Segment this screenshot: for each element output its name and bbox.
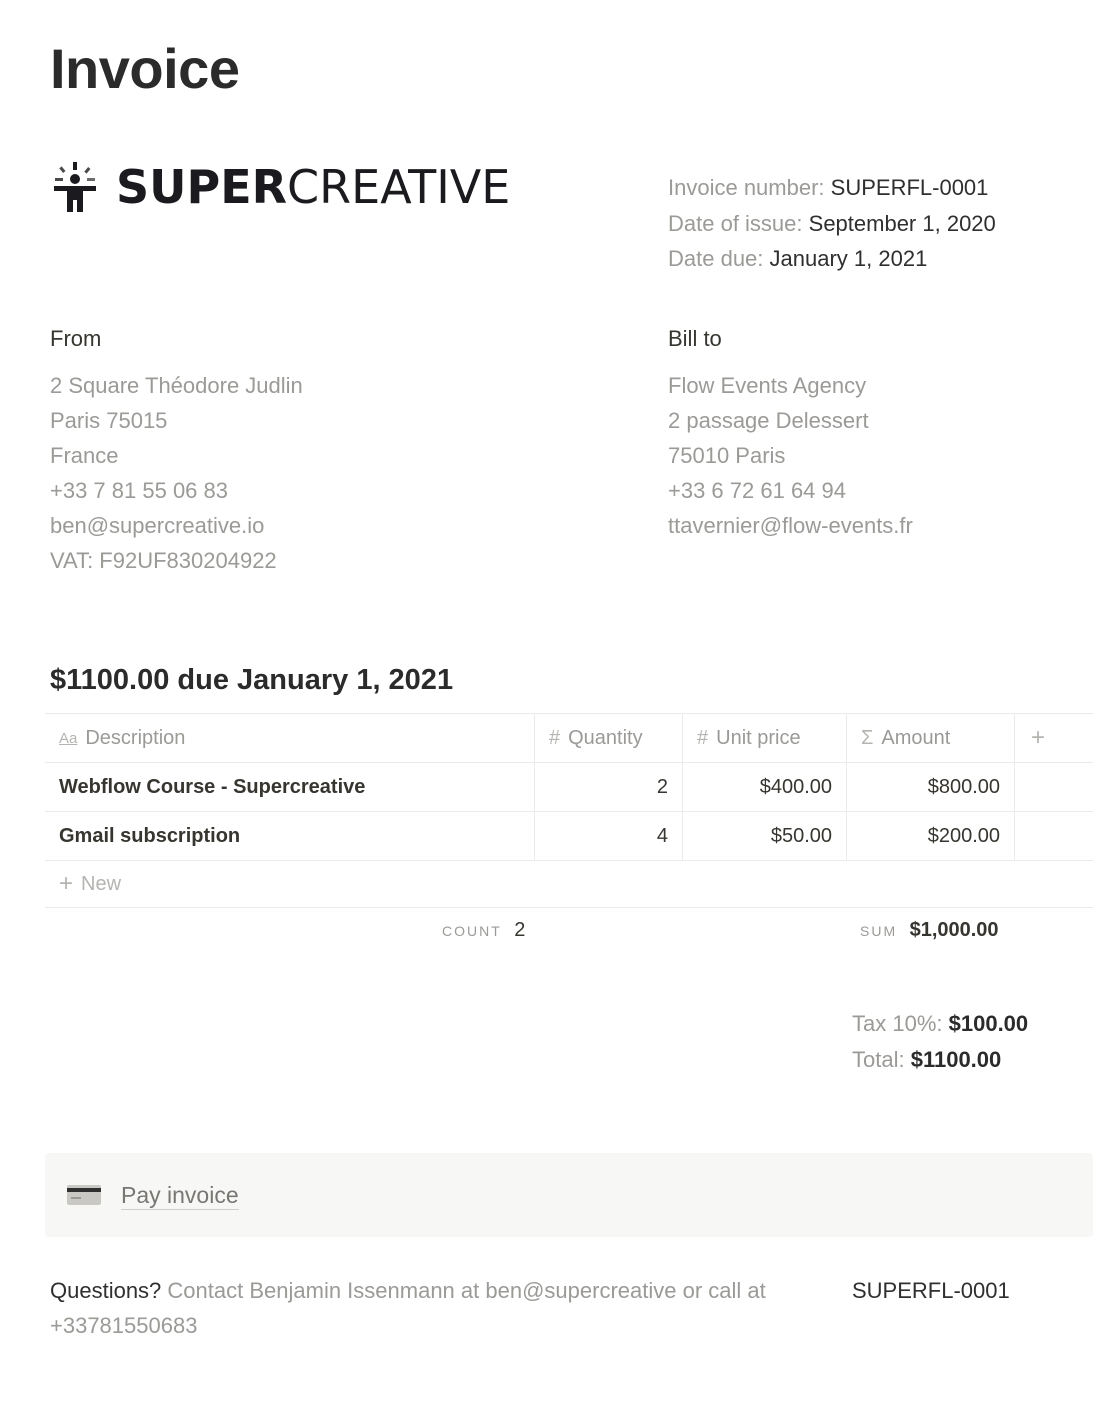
invoice-meta: Invoice number: SUPERFL-0001 Date of iss… <box>668 170 996 277</box>
total-line: Total: $1100.00 <box>852 1042 1028 1078</box>
brand-name: SUPERCREATIVE <box>116 164 510 210</box>
tax-line: Tax 10%: $100.00 <box>852 1006 1028 1042</box>
add-column-button[interactable]: + <box>1015 714 1093 762</box>
new-row-label: New <box>81 872 122 895</box>
count-label: COUNT <box>442 923 502 939</box>
column-header-label: Amount <box>881 726 951 749</box>
from-heading: From <box>50 326 102 351</box>
date-due-line: Date due: January 1, 2021 <box>668 241 996 277</box>
line-items-table: Aa Description # Quantity # Unit price Σ… <box>45 713 1093 908</box>
number-property-icon: # <box>549 726 561 749</box>
bill-to-heading: Bill to <box>668 326 722 351</box>
from-phone: +33 7 81 55 06 83 <box>50 478 228 503</box>
amount-due-heading: $1100.00 due January 1, 2021 <box>50 664 454 696</box>
count-value: 2 <box>514 919 526 941</box>
invoice-number-label: Invoice number: <box>668 175 825 200</box>
person-burst-icon <box>54 162 96 212</box>
bill-to-address: Flow Events Agency 2 passage Delessert 7… <box>668 368 913 543</box>
column-header-unit-price[interactable]: # Unit price <box>683 714 847 762</box>
plus-icon: + <box>1031 724 1046 751</box>
from-address: 2 Square Théodore Judlin Paris 75015 Fra… <box>50 368 303 578</box>
from-line: France <box>50 443 119 468</box>
date-of-issue-line: Date of issue: September 1, 2020 <box>668 206 996 242</box>
column-header-label: Description <box>85 726 186 749</box>
plus-icon: + <box>59 870 74 897</box>
bill-to-line: 2 passage Delessert <box>668 408 869 433</box>
cell-amount[interactable]: $800.00 <box>847 763 1015 811</box>
from-line: 2 Square Théodore Judlin <box>50 373 303 398</box>
date-of-issue-value: September 1, 2020 <box>808 210 996 236</box>
column-header-quantity[interactable]: # Quantity <box>535 714 683 762</box>
table-aggregates: COUNT 2 SUM $1,000.00 <box>45 915 1093 949</box>
column-header-description[interactable]: Aa Description <box>45 714 535 762</box>
invoice-number-value: SUPERFL-0001 <box>830 175 989 200</box>
invoice-number-line: Invoice number: SUPERFL-0001 <box>668 170 996 206</box>
cell-unit-price[interactable]: $50.00 <box>683 812 847 860</box>
table-row[interactable]: Webflow Course - Supercreative 2 $400.00… <box>45 763 1093 812</box>
column-header-label: Quantity <box>568 726 643 749</box>
sum-value: $1,000.00 <box>909 919 999 941</box>
sum-aggregate[interactable]: SUM $1,000.00 <box>860 919 999 942</box>
bill-to-email: ttavernier@flow-events.fr <box>668 513 913 538</box>
from-vat: VAT: F92UF830204922 <box>50 548 277 573</box>
brand-name-bold: SUPER <box>116 160 288 214</box>
total-label: Total: <box>852 1047 905 1072</box>
page-title: Invoice <box>50 37 240 100</box>
formula-property-icon: Σ <box>861 726 874 749</box>
sum-label: SUM <box>860 923 898 939</box>
tax-value: $100.00 <box>948 1011 1029 1036</box>
cell-quantity[interactable]: 4 <box>535 812 683 860</box>
bill-to-phone: +33 6 72 61 64 94 <box>668 478 846 503</box>
from-email: ben@supercreative.io <box>50 513 265 538</box>
bill-to-company: Flow Events Agency <box>668 373 867 398</box>
cell-amount[interactable]: $200.00 <box>847 812 1015 860</box>
date-due-value: January 1, 2021 <box>769 246 928 271</box>
total-value: $1100.00 <box>910 1047 1002 1072</box>
text-property-icon: Aa <box>59 729 78 747</box>
cell-empty <box>1015 763 1093 811</box>
date-of-issue-label: Date of issue: <box>668 210 803 236</box>
invoice-reference: SUPERFL-0001 <box>852 1278 1010 1303</box>
column-header-amount[interactable]: Σ Amount <box>847 714 1015 762</box>
questions-footer: Questions? Contact Benjamin Issenmann at… <box>50 1273 810 1343</box>
count-aggregate[interactable]: COUNT 2 <box>442 919 525 942</box>
cell-description[interactable]: Webflow Course - Supercreative <box>45 763 535 811</box>
pay-invoice-link[interactable]: Pay invoice <box>121 1181 239 1210</box>
credit-card-icon <box>67 1185 101 1205</box>
date-due-label: Date due: <box>668 246 764 271</box>
cell-quantity[interactable]: 2 <box>535 763 683 811</box>
table-row[interactable]: Gmail subscription 4 $50.00 $200.00 <box>45 812 1093 861</box>
from-line: Paris 75015 <box>50 408 168 433</box>
cell-description[interactable]: Gmail subscription <box>45 812 535 860</box>
brand-logo: SUPERCREATIVE <box>52 160 510 214</box>
tax-label: Tax 10%: <box>852 1011 943 1036</box>
cell-unit-price[interactable]: $400.00 <box>683 763 847 811</box>
table-header-row: Aa Description # Quantity # Unit price Σ… <box>45 713 1093 763</box>
totals-block: Tax 10%: $100.00 Total: $1100.00 <box>852 1006 1028 1078</box>
questions-label: Questions? <box>50 1278 162 1303</box>
pay-invoice-callout: Pay invoice <box>45 1153 1093 1237</box>
column-header-label: Unit price <box>716 726 801 749</box>
bill-to-line: 75010 Paris <box>668 443 786 468</box>
new-row-button[interactable]: + New <box>45 861 1093 908</box>
cell-empty <box>1015 812 1093 860</box>
number-property-icon: # <box>697 726 709 749</box>
brand-name-light: CREATIVE <box>287 160 511 214</box>
